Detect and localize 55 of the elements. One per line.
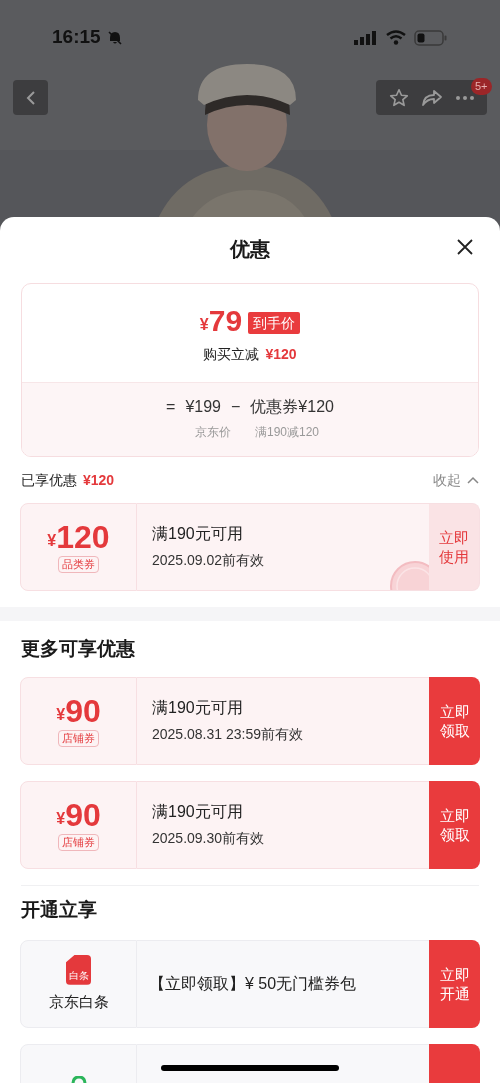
final-price-tag: 到手价 (248, 312, 301, 334)
base-price-caption: 京东价 (194, 424, 231, 441)
coupon-caption: 满190减120 (254, 424, 319, 441)
back-icon (25, 89, 36, 106)
share-button[interactable] (421, 87, 444, 108)
base-price: ¥199 (185, 397, 221, 417)
coupon-amount: 90 (65, 695, 101, 727)
section-label: 已享优惠 (21, 470, 77, 490)
close-button[interactable] (456, 238, 474, 256)
coupon-type-tag: 店铺券 (58, 730, 99, 747)
section-heading: 更多可享优惠 (21, 636, 135, 661)
currency-symbol: ¥ (47, 533, 57, 549)
more-icon (455, 94, 476, 101)
instant-discount-label: 购买立减 (203, 345, 260, 364)
wifi-icon (386, 30, 406, 45)
battery-icon (414, 29, 448, 46)
collapse-toggle[interactable]: 收起 (433, 469, 479, 491)
claim-button[interactable]: 立即领取 (429, 781, 480, 869)
instant-discount-amount: ¥120 (265, 345, 297, 364)
coupon-condition: 满190元可用 (152, 802, 244, 822)
coupon-type-tag: 品类券 (58, 556, 99, 573)
notification-badge: 5+ (471, 78, 492, 95)
currency-symbol: ¥ (56, 811, 66, 827)
enjoyed-amount: ¥120 (83, 470, 115, 490)
use-now-button[interactable]: 立即使用 (429, 503, 480, 591)
coupon-condition: 满190元可用 (152, 698, 244, 718)
back-button[interactable] (13, 80, 48, 115)
signal-icon (354, 30, 378, 45)
activate-button[interactable]: 立即开通 (429, 940, 480, 1028)
coupon-discount: 优惠券¥120 (250, 397, 334, 417)
coupon-validity: 2025.08.31 23:59前有效 (152, 725, 304, 744)
chevron-icon (467, 476, 479, 484)
service-name: 京东白条 (48, 991, 109, 1012)
currency-symbol: ¥ (56, 707, 66, 723)
share-icon (421, 87, 444, 108)
more-button[interactable] (455, 94, 476, 101)
coupon-validity: 2025.09.30前有效 (152, 829, 266, 848)
coupon-type-tag: 店铺券 (58, 834, 99, 851)
card-icon: 白条 (66, 954, 91, 985)
currency-symbol: ¥ (199, 317, 209, 333)
minus-sign: − (231, 397, 241, 417)
coupon-condition: 满190元可用 (152, 524, 244, 544)
status-time: 16:15 (52, 25, 101, 50)
coupon-validity: 2025.09.02前有效 (152, 551, 266, 570)
final-price: 79 (208, 306, 243, 336)
equals-sign: = (166, 397, 176, 417)
offer-text: 【立即领取】¥ 50无门槛券包 (149, 974, 357, 994)
section-heading: 开通立享 (21, 897, 97, 922)
coupon-amount: 120 (56, 521, 110, 553)
star-icon (387, 86, 410, 109)
sheet-title: 优惠 (230, 237, 270, 262)
favorite-button[interactable] (387, 86, 410, 109)
claim-button[interactable]: 立即领取 (429, 677, 480, 765)
coupon-amount: 90 (65, 799, 101, 831)
close-icon (456, 238, 474, 256)
